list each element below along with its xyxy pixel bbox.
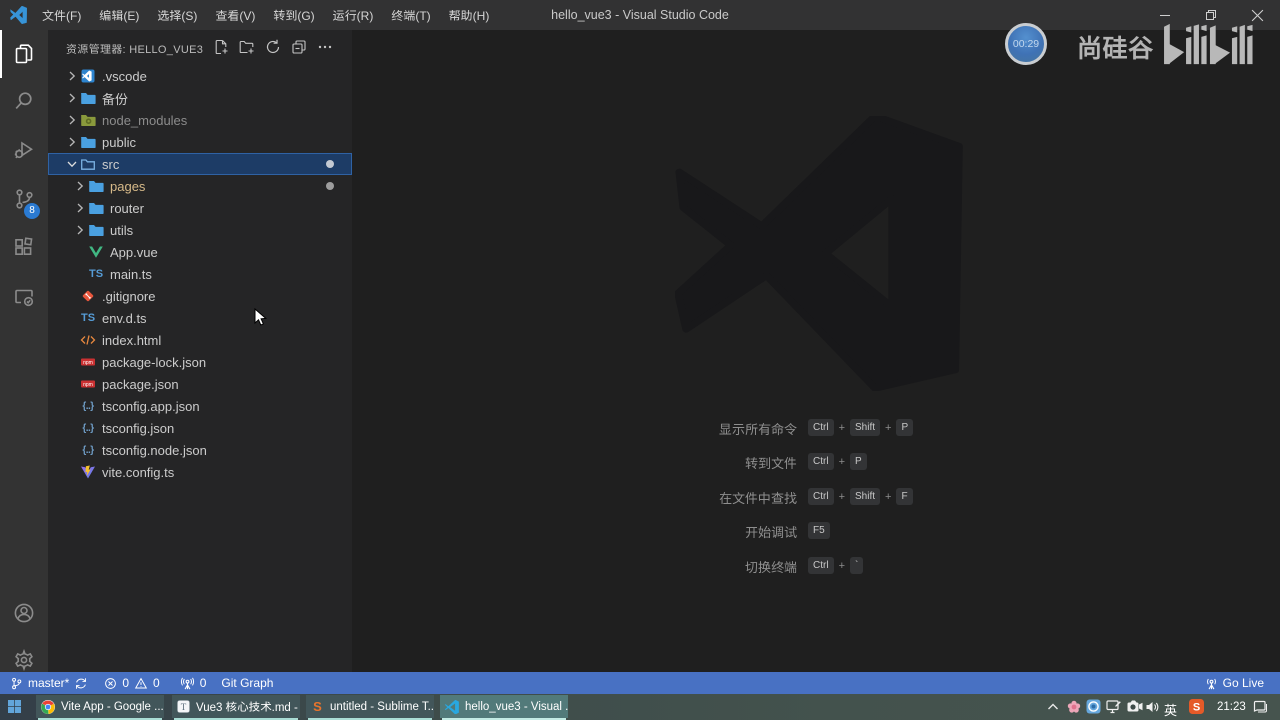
svg-text:S: S [313,700,322,713]
svg-text:npm: npm [83,360,93,366]
svg-text:npm: npm [83,382,93,388]
svg-text:S: S [1193,702,1200,714]
svg-text:T: T [181,702,187,712]
